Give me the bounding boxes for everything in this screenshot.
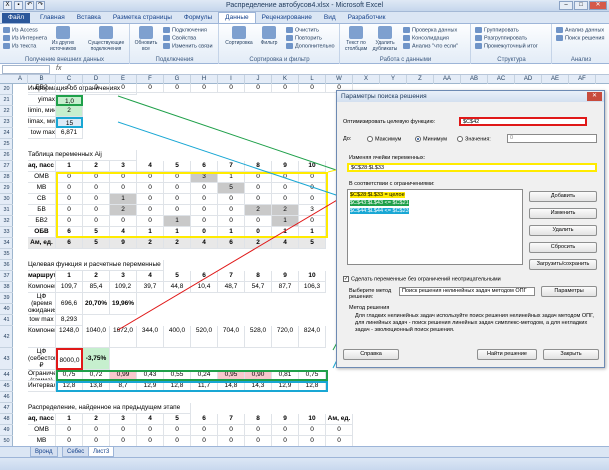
nonneg-checkbox[interactable]: ✓ Сделать переменные без ограничений неот… (343, 276, 501, 282)
green-arrow-line (117, 95, 343, 173)
constraint-item[interactable]: $C$28:$L$33 = целое (350, 192, 405, 198)
sheet-tab-bar: Вронд Себес Лист3 (0, 446, 609, 457)
constraints-list[interactable]: $C$28:$L$33 = целое $C$43:$L$43 <= $C$21… (347, 189, 523, 265)
dialog-close-icon[interactable]: ✕ (587, 92, 602, 101)
constraint-item[interactable]: $C$44:$L$44 <= $C$23 (350, 208, 409, 214)
add-button[interactable]: Добавить (529, 191, 597, 202)
changing-input[interactable]: $C$28:$L$33 (347, 163, 597, 172)
radio-min[interactable]: Минимум (415, 136, 447, 142)
radio-value[interactable]: Значения: (457, 136, 491, 142)
close-button[interactable]: Закрыть (543, 349, 599, 360)
radio-max-icon[interactable] (367, 136, 373, 142)
load-save-button[interactable]: Загрузить/сохранить (529, 259, 597, 270)
delete-button[interactable]: Удалить (529, 225, 597, 236)
value-input[interactable]: 0 (507, 134, 597, 143)
help-button[interactable]: Справка (343, 349, 399, 360)
solve-button[interactable]: Найти решение (477, 349, 537, 360)
objective-label: Оптимизировать целевую функцию: (343, 119, 436, 125)
sheet-tab-2[interactable]: Себес (62, 447, 90, 457)
method-select[interactable]: Поиск решения нелинейных задач методом О… (399, 287, 535, 296)
objective-input[interactable]: $C$42 (459, 117, 587, 126)
dialog-title: Параметры поиска решения (337, 91, 604, 102)
constraints-label: В соответствии с ограничениями: (349, 181, 435, 187)
radio-min-icon[interactable] (415, 136, 421, 142)
sheet-tab-1[interactable]: Вронд (30, 447, 58, 457)
method-section-title: Метод решения (349, 305, 390, 311)
params-button[interactable]: Параметры (541, 286, 597, 297)
radio-max[interactable]: Максимум (367, 136, 401, 142)
changing-label: Изменяя ячейки переменных: (349, 155, 426, 161)
reset-button[interactable]: Сбросить (529, 242, 597, 253)
radio-value-icon[interactable] (457, 136, 463, 142)
method-description: Для гладких нелинейных задач используйте… (355, 313, 594, 333)
change-button[interactable]: Изменить (529, 208, 597, 219)
to-label: До: (343, 136, 352, 142)
cyan-arrow-line (117, 121, 343, 198)
solver-dialog: Параметры поиска решения ✕ Оптимизироват… (336, 90, 605, 368)
constraint-item[interactable]: $C$43:$L$43 <= $C$21 (350, 200, 409, 206)
checkbox-icon[interactable]: ✓ (343, 276, 349, 282)
status-bar (0, 457, 609, 470)
sheet-tab-3[interactable]: Лист3 (88, 447, 115, 457)
method-label: Выберите метод решения: (349, 288, 392, 300)
